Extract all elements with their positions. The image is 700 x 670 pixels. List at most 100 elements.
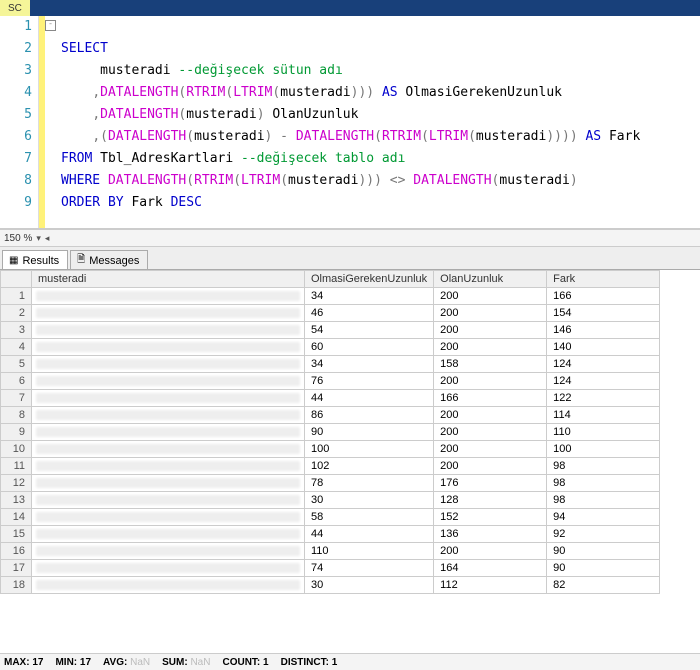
cell-musteradi[interactable] <box>32 441 305 458</box>
cell-fark[interactable]: 94 <box>547 509 660 526</box>
cell-fark[interactable]: 82 <box>547 577 660 594</box>
cell-musteradi[interactable] <box>32 322 305 339</box>
table-row[interactable]: 134200166 <box>1 288 700 305</box>
table-row[interactable]: 127817698 <box>1 475 700 492</box>
cell-olmasigereken[interactable]: 44 <box>305 390 434 407</box>
cell-musteradi[interactable] <box>32 526 305 543</box>
table-row[interactable]: 354200146 <box>1 322 700 339</box>
table-row[interactable]: 246200154 <box>1 305 700 322</box>
cell-musteradi[interactable] <box>32 543 305 560</box>
cell-musteradi[interactable] <box>32 458 305 475</box>
cell-olan[interactable]: 200 <box>434 441 547 458</box>
cell-fark[interactable]: 90 <box>547 543 660 560</box>
cell-fark[interactable]: 154 <box>547 305 660 322</box>
cell-olmasigereken[interactable]: 34 <box>305 288 434 305</box>
cell-olan[interactable]: 176 <box>434 475 547 492</box>
cell-olmasigereken[interactable]: 74 <box>305 560 434 577</box>
cell-musteradi[interactable] <box>32 288 305 305</box>
cell-fark[interactable]: 100 <box>547 441 660 458</box>
table-row[interactable]: 676200124 <box>1 373 700 390</box>
cell-musteradi[interactable] <box>32 560 305 577</box>
cell-olmasigereken[interactable]: 102 <box>305 458 434 475</box>
code-editor[interactable]: 1 2 3 4 5 6 7 8 9 - SELECT musteradi --d… <box>0 16 700 229</box>
table-row[interactable]: 10100200100 <box>1 441 700 458</box>
cell-olmasigereken[interactable]: 90 <box>305 424 434 441</box>
column-header[interactable]: OlmasiGerekenUzunluk <box>305 271 434 288</box>
cell-fark[interactable]: 122 <box>547 390 660 407</box>
cell-musteradi[interactable] <box>32 356 305 373</box>
zoom-level[interactable]: 150 % <box>4 233 32 244</box>
cell-musteradi[interactable] <box>32 509 305 526</box>
cell-olan[interactable]: 200 <box>434 543 547 560</box>
results-grid[interactable]: musteradi OlmasiGerekenUzunluk OlanUzunl… <box>0 270 700 658</box>
cell-fark[interactable]: 110 <box>547 424 660 441</box>
cell-olan[interactable]: 200 <box>434 305 547 322</box>
cell-olmasigereken[interactable]: 58 <box>305 509 434 526</box>
cell-musteradi[interactable] <box>32 424 305 441</box>
cell-musteradi[interactable] <box>32 339 305 356</box>
table-row[interactable]: 1611020090 <box>1 543 700 560</box>
cell-olmasigereken[interactable]: 60 <box>305 339 434 356</box>
cell-fark[interactable]: 146 <box>547 322 660 339</box>
table-row[interactable]: 460200140 <box>1 339 700 356</box>
cell-musteradi[interactable] <box>32 407 305 424</box>
cell-musteradi[interactable] <box>32 492 305 509</box>
cell-fark[interactable]: 124 <box>547 373 660 390</box>
cell-olan[interactable]: 200 <box>434 458 547 475</box>
cell-olan[interactable]: 164 <box>434 560 547 577</box>
cell-olmasigereken[interactable]: 34 <box>305 356 434 373</box>
table-row[interactable]: 145815294 <box>1 509 700 526</box>
tab-results[interactable]: ▦ Results <box>2 250 68 269</box>
table-row[interactable]: 534158124 <box>1 356 700 373</box>
cell-fark[interactable]: 92 <box>547 526 660 543</box>
cell-olmasigereken[interactable]: 46 <box>305 305 434 322</box>
cell-olan[interactable]: 200 <box>434 339 547 356</box>
table-row[interactable]: 744166122 <box>1 390 700 407</box>
cell-musteradi[interactable] <box>32 475 305 492</box>
table-row[interactable]: 133012898 <box>1 492 700 509</box>
cell-olan[interactable]: 200 <box>434 424 547 441</box>
cell-olmasigereken[interactable]: 54 <box>305 322 434 339</box>
cell-olan[interactable]: 200 <box>434 288 547 305</box>
cell-olan[interactable]: 200 <box>434 373 547 390</box>
cell-olmasigereken[interactable]: 110 <box>305 543 434 560</box>
cell-olan[interactable]: 112 <box>434 577 547 594</box>
chevron-icon[interactable]: ◂ <box>45 233 50 244</box>
cell-musteradi[interactable] <box>32 305 305 322</box>
table-row[interactable]: 1110220098 <box>1 458 700 475</box>
cell-olan[interactable]: 128 <box>434 492 547 509</box>
cell-olan[interactable]: 152 <box>434 509 547 526</box>
cell-olmasigereken[interactable]: 86 <box>305 407 434 424</box>
table-row[interactable]: 154413692 <box>1 526 700 543</box>
table-row[interactable]: 183011282 <box>1 577 700 594</box>
cell-fark[interactable]: 98 <box>547 458 660 475</box>
cell-olmasigereken[interactable]: 44 <box>305 526 434 543</box>
table-row[interactable]: 886200114 <box>1 407 700 424</box>
cell-fark[interactable]: 124 <box>547 356 660 373</box>
cell-olan[interactable]: 200 <box>434 322 547 339</box>
cell-musteradi[interactable] <box>32 577 305 594</box>
cell-fark[interactable]: 166 <box>547 288 660 305</box>
cell-fark[interactable]: 140 <box>547 339 660 356</box>
cell-olan[interactable]: 136 <box>434 526 547 543</box>
cell-olmasigereken[interactable]: 76 <box>305 373 434 390</box>
document-tab[interactable]: SC <box>0 0 30 16</box>
cell-olan[interactable]: 200 <box>434 407 547 424</box>
cell-olan[interactable]: 166 <box>434 390 547 407</box>
column-header[interactable]: Fark <box>547 271 660 288</box>
code-text[interactable]: SELECT musteradi --değişecek sütun adı ,… <box>55 16 700 228</box>
cell-olmasigereken[interactable]: 100 <box>305 441 434 458</box>
zoom-dropdown-icon[interactable]: ▾ <box>36 233 41 244</box>
cell-fark[interactable]: 114 <box>547 407 660 424</box>
cell-fark[interactable]: 90 <box>547 560 660 577</box>
cell-musteradi[interactable] <box>32 373 305 390</box>
cell-fark[interactable]: 98 <box>547 475 660 492</box>
cell-fark[interactable]: 98 <box>547 492 660 509</box>
fold-toggle-icon[interactable]: - <box>45 20 56 31</box>
table-row[interactable]: 177416490 <box>1 560 700 577</box>
cell-musteradi[interactable] <box>32 390 305 407</box>
cell-olmasigereken[interactable]: 78 <box>305 475 434 492</box>
cell-olmasigereken[interactable]: 30 <box>305 492 434 509</box>
column-header[interactable]: OlanUzunluk <box>434 271 547 288</box>
column-header[interactable]: musteradi <box>32 271 305 288</box>
